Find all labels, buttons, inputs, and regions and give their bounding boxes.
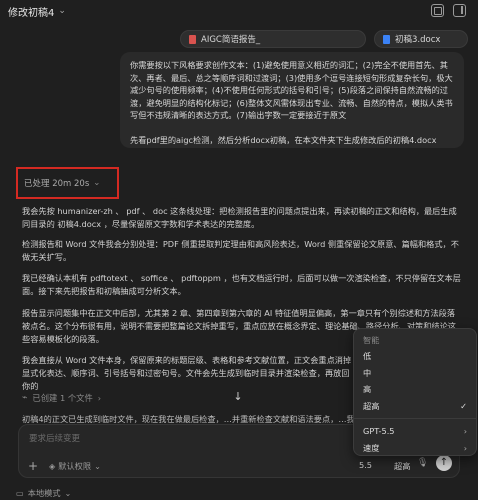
chevron-right-icon: ›	[463, 442, 467, 453]
checkmark-icon: ✓	[460, 400, 467, 411]
menu-item-label: 高	[363, 384, 372, 394]
response-paragraph: 我已经确认本机有 pdftotext 、 soffice 、 pdftoppm …	[22, 273, 461, 297]
pdf-file-icon	[189, 34, 196, 44]
composer-input[interactable]: 要求后续变更	[29, 432, 80, 444]
menu-item-label: 速度	[363, 442, 380, 453]
window-layout-icon[interactable]	[431, 4, 444, 17]
reasoning-level-selector[interactable]: 超高	[394, 460, 410, 472]
permission-selector[interactable]: ◈ 默认权限 ⌄	[49, 460, 101, 472]
scroll-down-icon[interactable]: ↓	[230, 391, 246, 404]
send-button[interactable]: ↑	[436, 455, 452, 471]
chevron-down-icon: ⌄	[64, 488, 72, 498]
response-paragraph: 检测报告和 Word 文件我会分别处理：PDF 侧重提取判定理由和高风险表达，W…	[22, 239, 459, 263]
user-message-paragraph: 你需要按以下风格要求创作文本：(1)避免使用意义相近的词汇；(2)完全不使用首先…	[130, 60, 453, 121]
attachment-list: AIGC简语报告_ 初稿3.docx	[180, 30, 468, 48]
menu-item-label: 中	[363, 367, 372, 378]
mode-label: 本地模式	[27, 488, 61, 498]
sidebar-toggle-icon[interactable]	[453, 4, 466, 17]
footer-mode[interactable]: ▭ 本地模式 ⌄	[16, 487, 71, 499]
chevron-right-icon: ›	[463, 426, 467, 436]
menu-header: 智能	[363, 335, 380, 345]
files-created-note[interactable]: ⌁ 已创建 1 个文件 ›	[22, 392, 101, 404]
attachment-name: 初稿3.docx	[395, 35, 441, 45]
model-dropdown-menu: 智能 低 中 高 超高 ✓ GPT-5.5 › 速度 ›	[353, 328, 477, 456]
permission-label: 默认权限	[58, 461, 92, 471]
microphone-icon[interactable]: 🎙	[417, 458, 428, 468]
menu-item-model[interactable]: GPT-5.5 ›	[354, 423, 476, 440]
menu-item-level-low[interactable]: 低	[354, 348, 476, 365]
chevron-down-icon[interactable]: ⌄	[58, 6, 66, 16]
menu-item-level-high[interactable]: 高	[354, 381, 476, 398]
response-paragraph: 我会直接从 Word 文件本身，保留原来的标题层级、表格和参考文献位置，正文会重…	[22, 355, 352, 392]
attachment-pdf[interactable]: AIGC简语报告_	[180, 30, 366, 48]
laptop-icon: ▭	[16, 488, 24, 498]
chevron-down-icon: ⌄	[94, 461, 101, 471]
processed-status-label: 已处理 20m 20s	[24, 179, 90, 189]
menu-divider	[354, 418, 476, 419]
menu-item-level-xhigh[interactable]: 超高 ✓	[354, 398, 476, 415]
chevron-right-icon: ›	[97, 393, 102, 403]
menu-item-label: 超高	[363, 400, 380, 411]
user-message: 你需要按以下风格要求创作文本：(1)避免使用意义相近的词汇；(2)完全不使用首先…	[120, 52, 464, 148]
window-title: 修改初稿4	[8, 7, 55, 19]
link-icon: ⌁	[22, 393, 28, 403]
menu-item-label: GPT-5.5	[363, 426, 395, 436]
shield-icon: ◈	[49, 461, 56, 471]
menu-item-level-medium[interactable]: 中	[354, 365, 476, 382]
processed-status-toggle[interactable]: 已处理 20m 20s ⌄	[16, 167, 119, 199]
response-paragraph: 我会先按 humanizer-zh 、 pdf 、 doc 这条线处理：把检测报…	[22, 206, 457, 230]
files-created-label: 已创建 1 个文件	[32, 393, 93, 403]
attachment-name: AIGC简语报告_	[201, 35, 261, 45]
model-selector[interactable]: 5.5	[359, 460, 372, 470]
docx-file-icon	[383, 34, 390, 44]
menu-item-speed[interactable]: 速度 ›	[354, 440, 476, 457]
plus-icon[interactable]: +	[28, 459, 38, 473]
menu-item-label: 低	[363, 351, 372, 361]
chevron-down-icon: ⌄	[93, 178, 101, 188]
user-message-paragraph: 先看pdf里的aigc检测，然后分析docx初稿，在本文件夹下生成修改后的初稿4…	[130, 134, 437, 145]
attachment-docx[interactable]: 初稿3.docx	[374, 30, 468, 48]
title-bar: 修改初稿4 ⌄	[0, 0, 478, 22]
